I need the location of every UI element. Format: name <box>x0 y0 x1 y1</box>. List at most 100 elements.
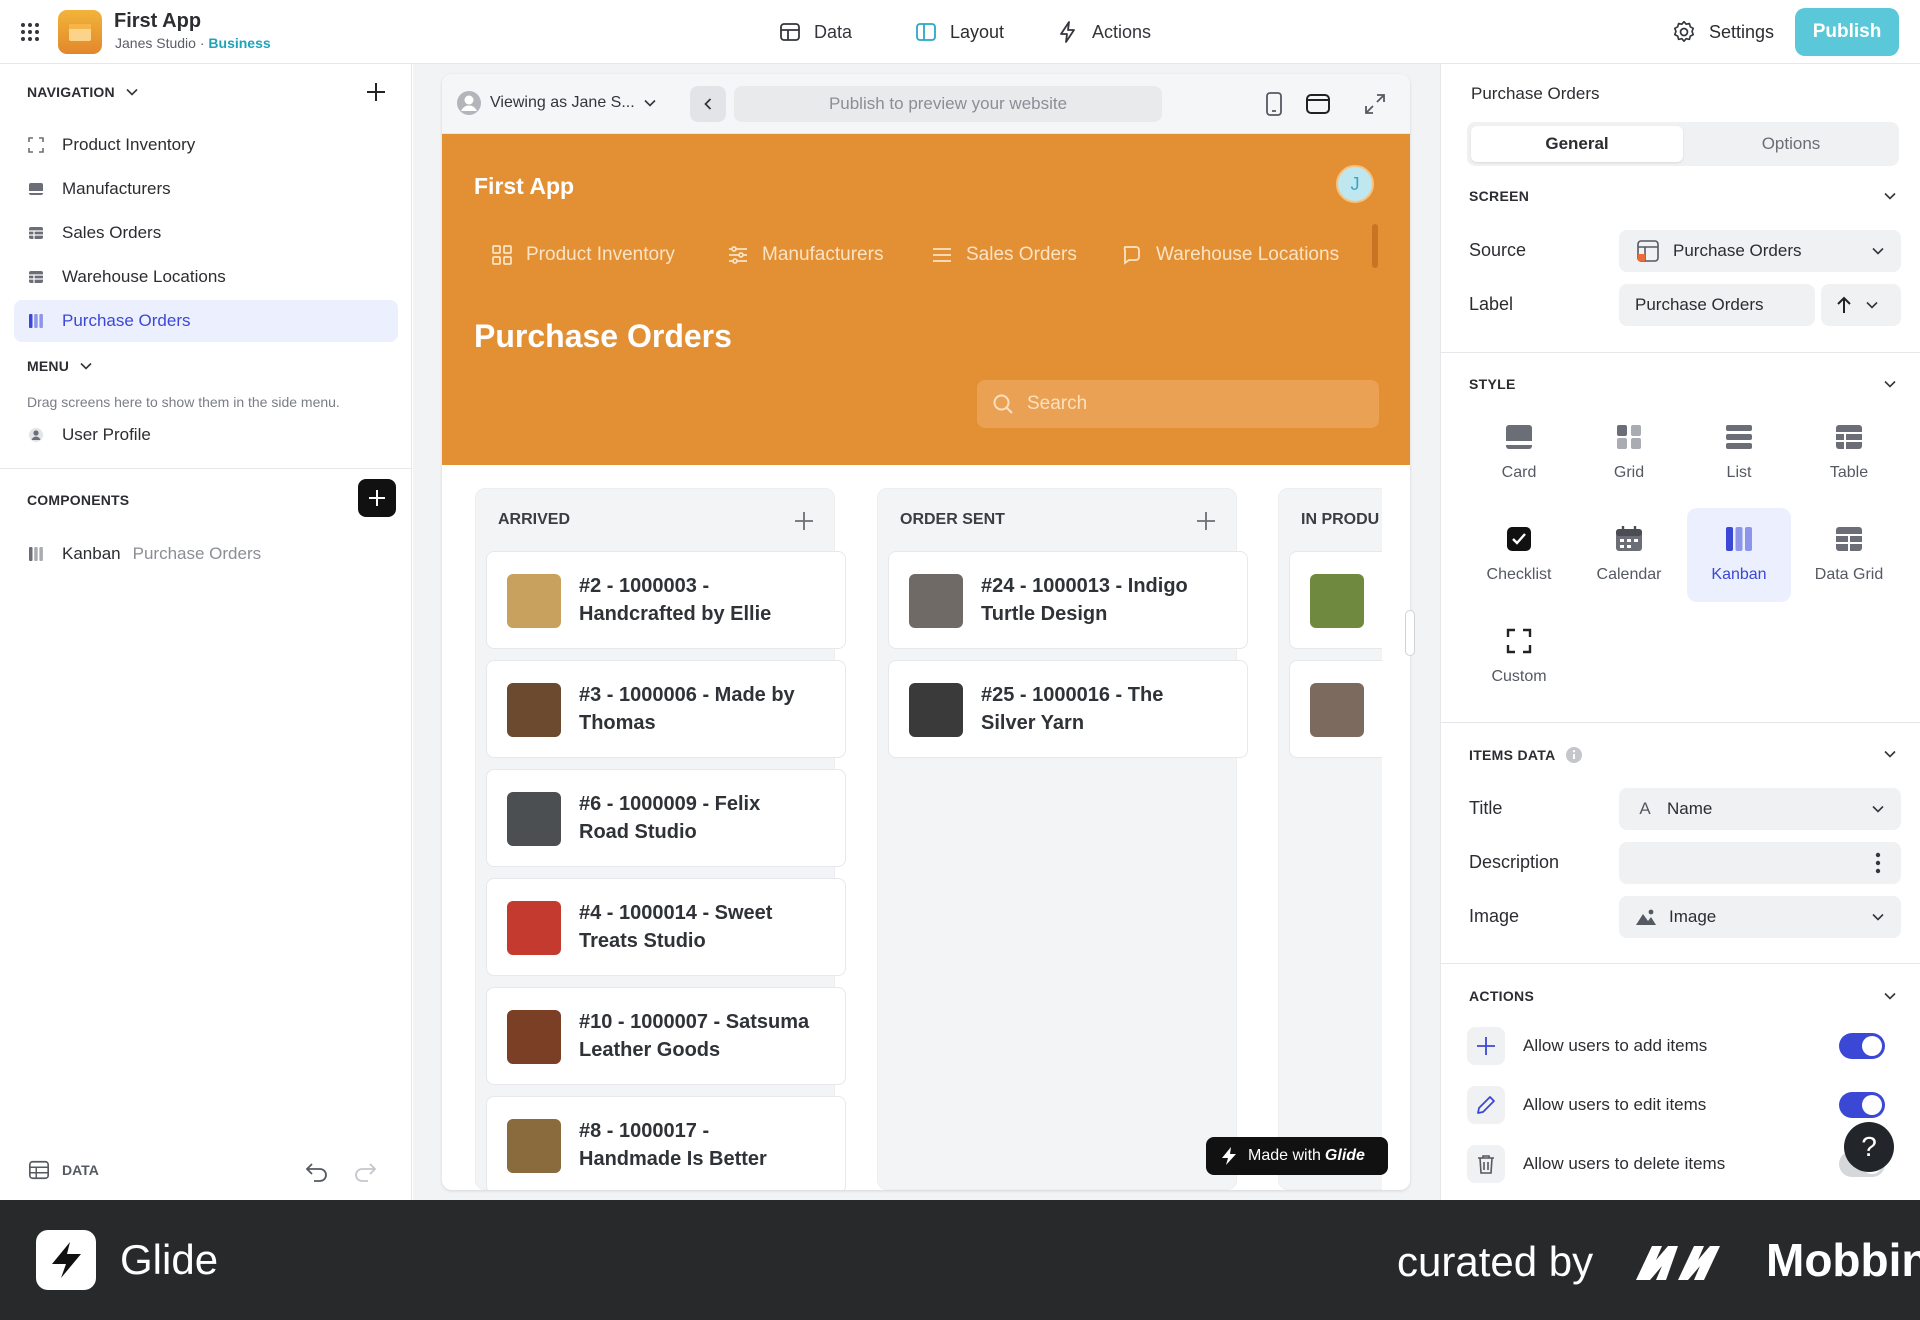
apps-grid-icon[interactable] <box>18 20 42 44</box>
preview-tab-manufacturers[interactable]: Manufacturers <box>726 234 883 276</box>
kanban-card[interactable]: #24 - 1000013 - Indigo Turtle Design <box>888 551 1248 649</box>
chevron-down-icon[interactable] <box>1882 376 1898 392</box>
add-item-button[interactable] <box>1194 509 1218 533</box>
kanban-card[interactable]: #25 - 1000016 - The Silver Yarn <box>888 660 1248 758</box>
title-select[interactable]: A Name <box>1619 788 1901 830</box>
nav-item-purchase-orders[interactable]: Purchase Orders <box>14 300 398 342</box>
made-with-glide-badge[interactable]: Made with Glide <box>1206 1137 1388 1175</box>
preview-tab-warehouse-locations[interactable]: Warehouse Locations <box>1120 234 1339 276</box>
viewing-as-label: Viewing as Jane S... <box>490 94 635 111</box>
style-list[interactable]: List <box>1687 406 1791 500</box>
expand-icon <box>1365 94 1385 114</box>
desktop-view-button[interactable] <box>1305 92 1331 116</box>
kanban-card[interactable] <box>1289 551 1382 649</box>
image-select[interactable]: Image <box>1619 896 1901 938</box>
nav-item-product-inventory[interactable]: Product Inventory <box>14 124 398 166</box>
style-card[interactable]: Card <box>1467 406 1571 500</box>
data-button[interactable]: DATA <box>28 1159 99 1181</box>
kanban-card[interactable]: #2 - 1000003 - Handcrafted by Ellie <box>486 551 846 649</box>
menu-item-label: User Profile <box>62 425 151 444</box>
tab-general[interactable]: General <box>1471 126 1683 162</box>
add-items-toggle[interactable] <box>1839 1033 1885 1059</box>
style-section-header: STYLE <box>1469 376 1516 392</box>
search-placeholder: Search <box>1027 393 1088 414</box>
add-item-button[interactable] <box>792 509 816 533</box>
kanban-card[interactable]: #10 - 1000007 - Satsuma Leather Goods <box>486 987 846 1085</box>
card-title-line: #4 - 1000014 - Sweet <box>579 902 773 924</box>
plus-icon <box>367 83 385 101</box>
nav-item-manufacturers[interactable]: Manufacturers <box>14 168 398 210</box>
preview-tab-label: Sales Orders <box>966 244 1077 265</box>
app-logo[interactable] <box>58 10 102 54</box>
nav-item-label: Product Inventory <box>62 135 196 154</box>
tab-layout[interactable]: Layout <box>906 12 1012 52</box>
card-thumbnail <box>507 574 561 628</box>
tab-layout-label: Layout <box>950 21 1005 42</box>
navigation-header[interactable]: NAVIGATION <box>27 84 139 100</box>
style-table[interactable]: Table <box>1797 406 1901 500</box>
help-button[interactable]: ? <box>1844 1122 1894 1172</box>
style-custom[interactable]: Custom <box>1467 610 1571 704</box>
search-input[interactable]: Search <box>977 380 1379 428</box>
preview-app-title[interactable]: First App <box>474 173 574 200</box>
card-title: #25 - 1000016 - The Silver Yarn <box>981 681 1237 737</box>
nav-item-warehouse-locations[interactable]: Warehouse Locations <box>14 256 398 298</box>
redo-button[interactable] <box>352 1160 378 1182</box>
app-title[interactable]: First App <box>114 10 201 33</box>
add-screen-button[interactable] <box>364 80 388 104</box>
label-label: Label <box>1469 294 1514 314</box>
chevron-down-icon[interactable] <box>1882 188 1898 204</box>
back-button[interactable] <box>690 86 726 122</box>
style-label: Custom <box>1491 668 1547 685</box>
kanban-card[interactable] <box>1289 660 1382 758</box>
undo-button[interactable] <box>304 1160 330 1182</box>
menu-hint: Drag screens here to show them in the si… <box>27 394 340 410</box>
menu-header[interactable]: MENU <box>27 358 93 374</box>
style-data-grid[interactable]: Data Grid <box>1797 508 1901 602</box>
info-icon[interactable] <box>1565 746 1583 764</box>
menu-item-user-profile[interactable]: User Profile <box>14 414 398 456</box>
style-calendar[interactable]: Calendar <box>1577 508 1681 602</box>
edit-items-toggle[interactable] <box>1839 1092 1885 1118</box>
preview-tab-product-inventory[interactable]: Product Inventory <box>490 234 675 276</box>
card-icon <box>29 183 43 195</box>
kanban-card[interactable]: #8 - 1000017 - Handmade Is Better <box>486 1096 846 1190</box>
kanban-column-title: IN PRODU <box>1301 511 1380 528</box>
mobile-view-button[interactable] <box>1264 91 1284 117</box>
kanban-card[interactable]: #3 - 1000006 - Made by Thomas <box>486 660 846 758</box>
preview-avatar[interactable]: J <box>1336 165 1374 203</box>
source-select[interactable]: Purchase Orders <box>1619 230 1901 272</box>
viewing-as-dropdown[interactable]: Viewing as Jane S... <box>456 90 657 116</box>
tab-actions[interactable]: Actions <box>1048 12 1159 52</box>
style-kanban[interactable]: Kanban <box>1687 508 1791 602</box>
preview-tab-sales-orders[interactable]: Sales Orders <box>930 234 1077 276</box>
expand-button[interactable] <box>1363 92 1387 116</box>
chevron-down-icon[interactable] <box>1882 988 1898 1004</box>
add-component-button[interactable] <box>358 479 396 517</box>
publish-button[interactable]: Publish <box>1795 8 1899 56</box>
more-vertical-icon[interactable] <box>1875 852 1881 874</box>
kanban-icon <box>29 314 43 328</box>
settings-button[interactable]: Settings <box>1671 12 1774 52</box>
resize-handle[interactable] <box>1405 610 1415 656</box>
sheet-icon <box>1637 240 1659 262</box>
panel-title: Purchase Orders <box>1471 84 1600 103</box>
label-input[interactable]: Purchase Orders <box>1619 284 1815 326</box>
style-grid[interactable]: Grid <box>1577 406 1681 500</box>
kanban-card[interactable]: #4 - 1000014 - Sweet Treats Studio <box>486 878 846 976</box>
kanban-card[interactable]: #6 - 1000009 - Felix Road Studio <box>486 769 846 867</box>
chevron-down-icon[interactable] <box>1882 746 1898 762</box>
card-title-line: Turtle Design <box>981 603 1108 625</box>
workspace-separator: · <box>199 35 205 51</box>
layout-icon <box>916 23 936 41</box>
tab-options[interactable]: Options <box>1685 126 1897 162</box>
chevron-left-icon <box>704 98 712 110</box>
nav-item-sales-orders[interactable]: Sales Orders <box>14 212 398 254</box>
tab-data[interactable]: Data <box>770 12 860 52</box>
description-select[interactable] <box>1619 842 1901 884</box>
action-label: Allow users to edit items <box>1523 1095 1707 1114</box>
style-checklist[interactable]: Checklist <box>1467 508 1571 602</box>
card-thumbnail <box>507 1010 561 1064</box>
label-sort-control[interactable] <box>1821 284 1901 326</box>
component-kanban[interactable]: Kanban Purchase Orders <box>14 533 398 575</box>
